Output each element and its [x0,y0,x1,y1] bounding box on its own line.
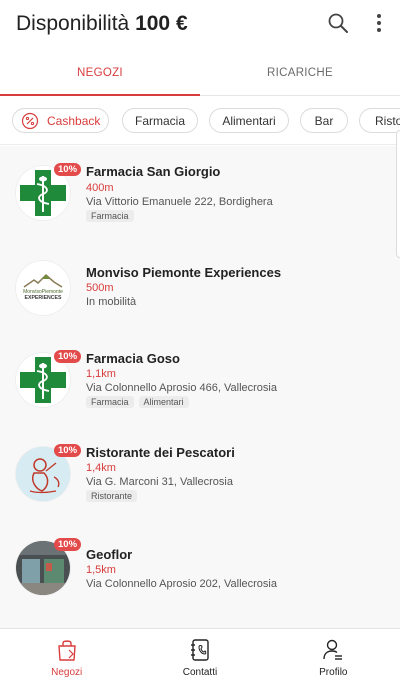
bottom-navigation: Negozi Contatti Profilo [0,628,400,683]
store-name: Monviso Piemonte Experiences [86,265,282,280]
chip-farmacia[interactable]: Farmacia [122,108,198,133]
chip-bar[interactable]: Bar [300,108,348,133]
cashback-icon [21,112,39,129]
store-name: Ristorante dei Pescatori [86,445,235,460]
store-item-farmacia-goso[interactable]: 10% Farmacia Goso 1,1km Via Colonnello A… [0,338,400,435]
store-tags: Farmacia [86,210,134,222]
nav-label: Contatti [182,667,218,678]
store-item-geoflor[interactable]: 10% Geoflor 1,5km Via Colonnello Aprosio… [0,529,400,628]
cashback-badge: 10% [54,444,82,457]
store-tags: Ristorante [86,490,138,502]
nav-contatti[interactable]: Contatti [133,629,266,683]
cashback-badge: 10% [54,538,82,551]
cashback-badge: 10% [54,350,82,363]
tag-ristorante: Ristorante [86,490,138,502]
top-tabs: NEGOZI RICARICHE [0,50,400,96]
scroll-handle[interactable] [396,130,400,258]
chip-cashback[interactable]: Cashback [12,108,109,133]
logo-text-bottom: EXPERIENCES [25,295,62,301]
user-profile-icon [323,639,343,660]
store-item-farmacia-san-giorgio[interactable]: 10% Farmacia San Giorgio 400m Via Vittor… [0,146,400,246]
nav-label: Negozi [51,667,83,678]
store-address: In mobilità [86,296,137,308]
search-icon[interactable] [326,11,350,35]
balance-title: Disponibilità 100 € [16,12,188,36]
store-address: Via G. Marconi 31, Vallecrosia [86,476,233,488]
store-name: Farmacia San Giorgio [86,164,221,179]
tag-farmacia: Farmacia [86,210,134,222]
store-name: Farmacia Goso [86,351,180,366]
tag-alimentari: Alimentari [138,396,189,408]
monviso-logo: MonvisoPiemonte EXPERIENCES [16,261,70,315]
chip-alimentari[interactable]: Alimentari [209,108,289,133]
chip-label: Cashback [47,113,101,128]
nav-profilo[interactable]: Profilo [267,629,400,683]
tab-ricariche[interactable]: RICARICHE [200,50,400,95]
chip-ristoranti[interactable]: Risto [359,108,400,133]
cashback-badge: 10% [54,163,82,176]
store-distance: 1,4km [86,462,116,474]
app-header: Disponibilità 100 € [0,0,400,48]
store-distance: 400m [86,182,114,194]
store-address: Via Colonnello Aprosio 202, Vallecrosia [86,578,277,590]
tag-farmacia: Farmacia [86,396,134,408]
balance-amount: 100 € [135,12,188,35]
tab-negozi[interactable]: NEGOZI [0,50,200,96]
nav-negozi[interactable]: Negozi [0,629,133,683]
more-options-icon[interactable] [370,11,388,35]
store-address: Via Vittorio Emanuele 222, Bordighera [86,196,273,208]
store-distance: 1,5km [86,564,116,576]
store-item-monviso[interactable]: MonvisoPiemonte EXPERIENCES Monviso Piem… [0,246,400,338]
store-name: Geoflor [86,547,133,562]
store-list: 10% Farmacia San Giorgio 400m Via Vittor… [0,146,400,628]
shopping-bag-icon [57,640,76,661]
nav-label: Profilo [319,667,348,678]
store-address: Via Colonnello Aprosio 466, Vallecrosia [86,382,277,394]
store-item-ristorante-pescatori[interactable]: 10% Ristorante dei Pescatori 1,4km Via G… [0,435,400,529]
contacts-book-icon [190,639,209,661]
category-filter-bar: Cashback Farmacia Alimentari Bar Risto [0,97,400,145]
balance-label: Disponibilità [16,12,130,35]
store-distance: 1,1km [86,368,116,380]
store-distance: 500m [86,282,114,294]
store-tags: Farmacia Alimentari [86,396,189,408]
